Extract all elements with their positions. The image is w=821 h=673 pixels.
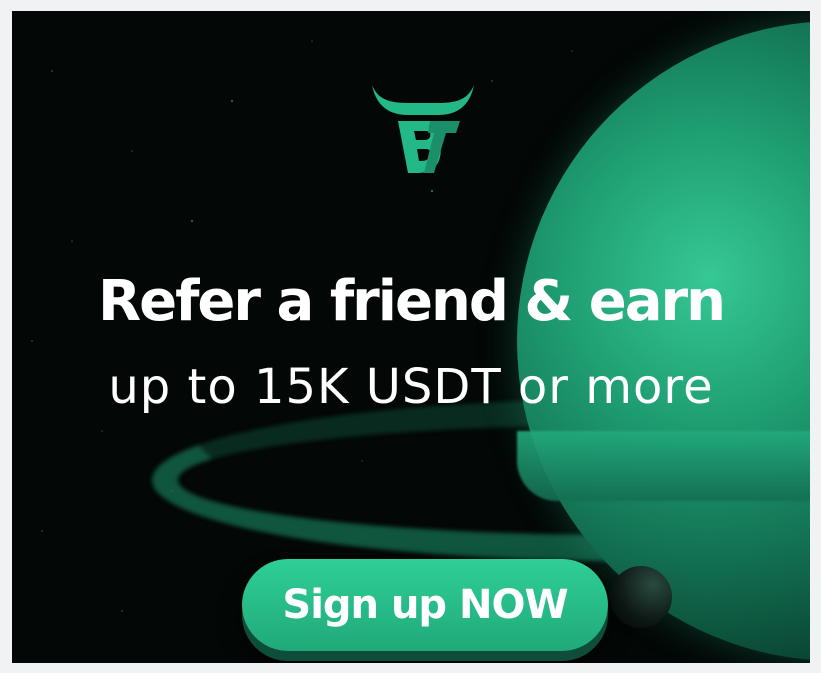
planet-ring-front — [517, 431, 810, 501]
bull-logo-icon — [372, 85, 474, 173]
headline-text: Refer a friend & earn — [97, 269, 726, 334]
referral-ad-banner[interactable]: Refer a friend & earn up to 15K USDT or … — [12, 11, 810, 663]
moon-graphic — [610, 566, 672, 628]
subline-text: up to 15K USDT or more — [108, 359, 714, 415]
sign-up-button[interactable]: Sign up NOW — [242, 559, 608, 651]
